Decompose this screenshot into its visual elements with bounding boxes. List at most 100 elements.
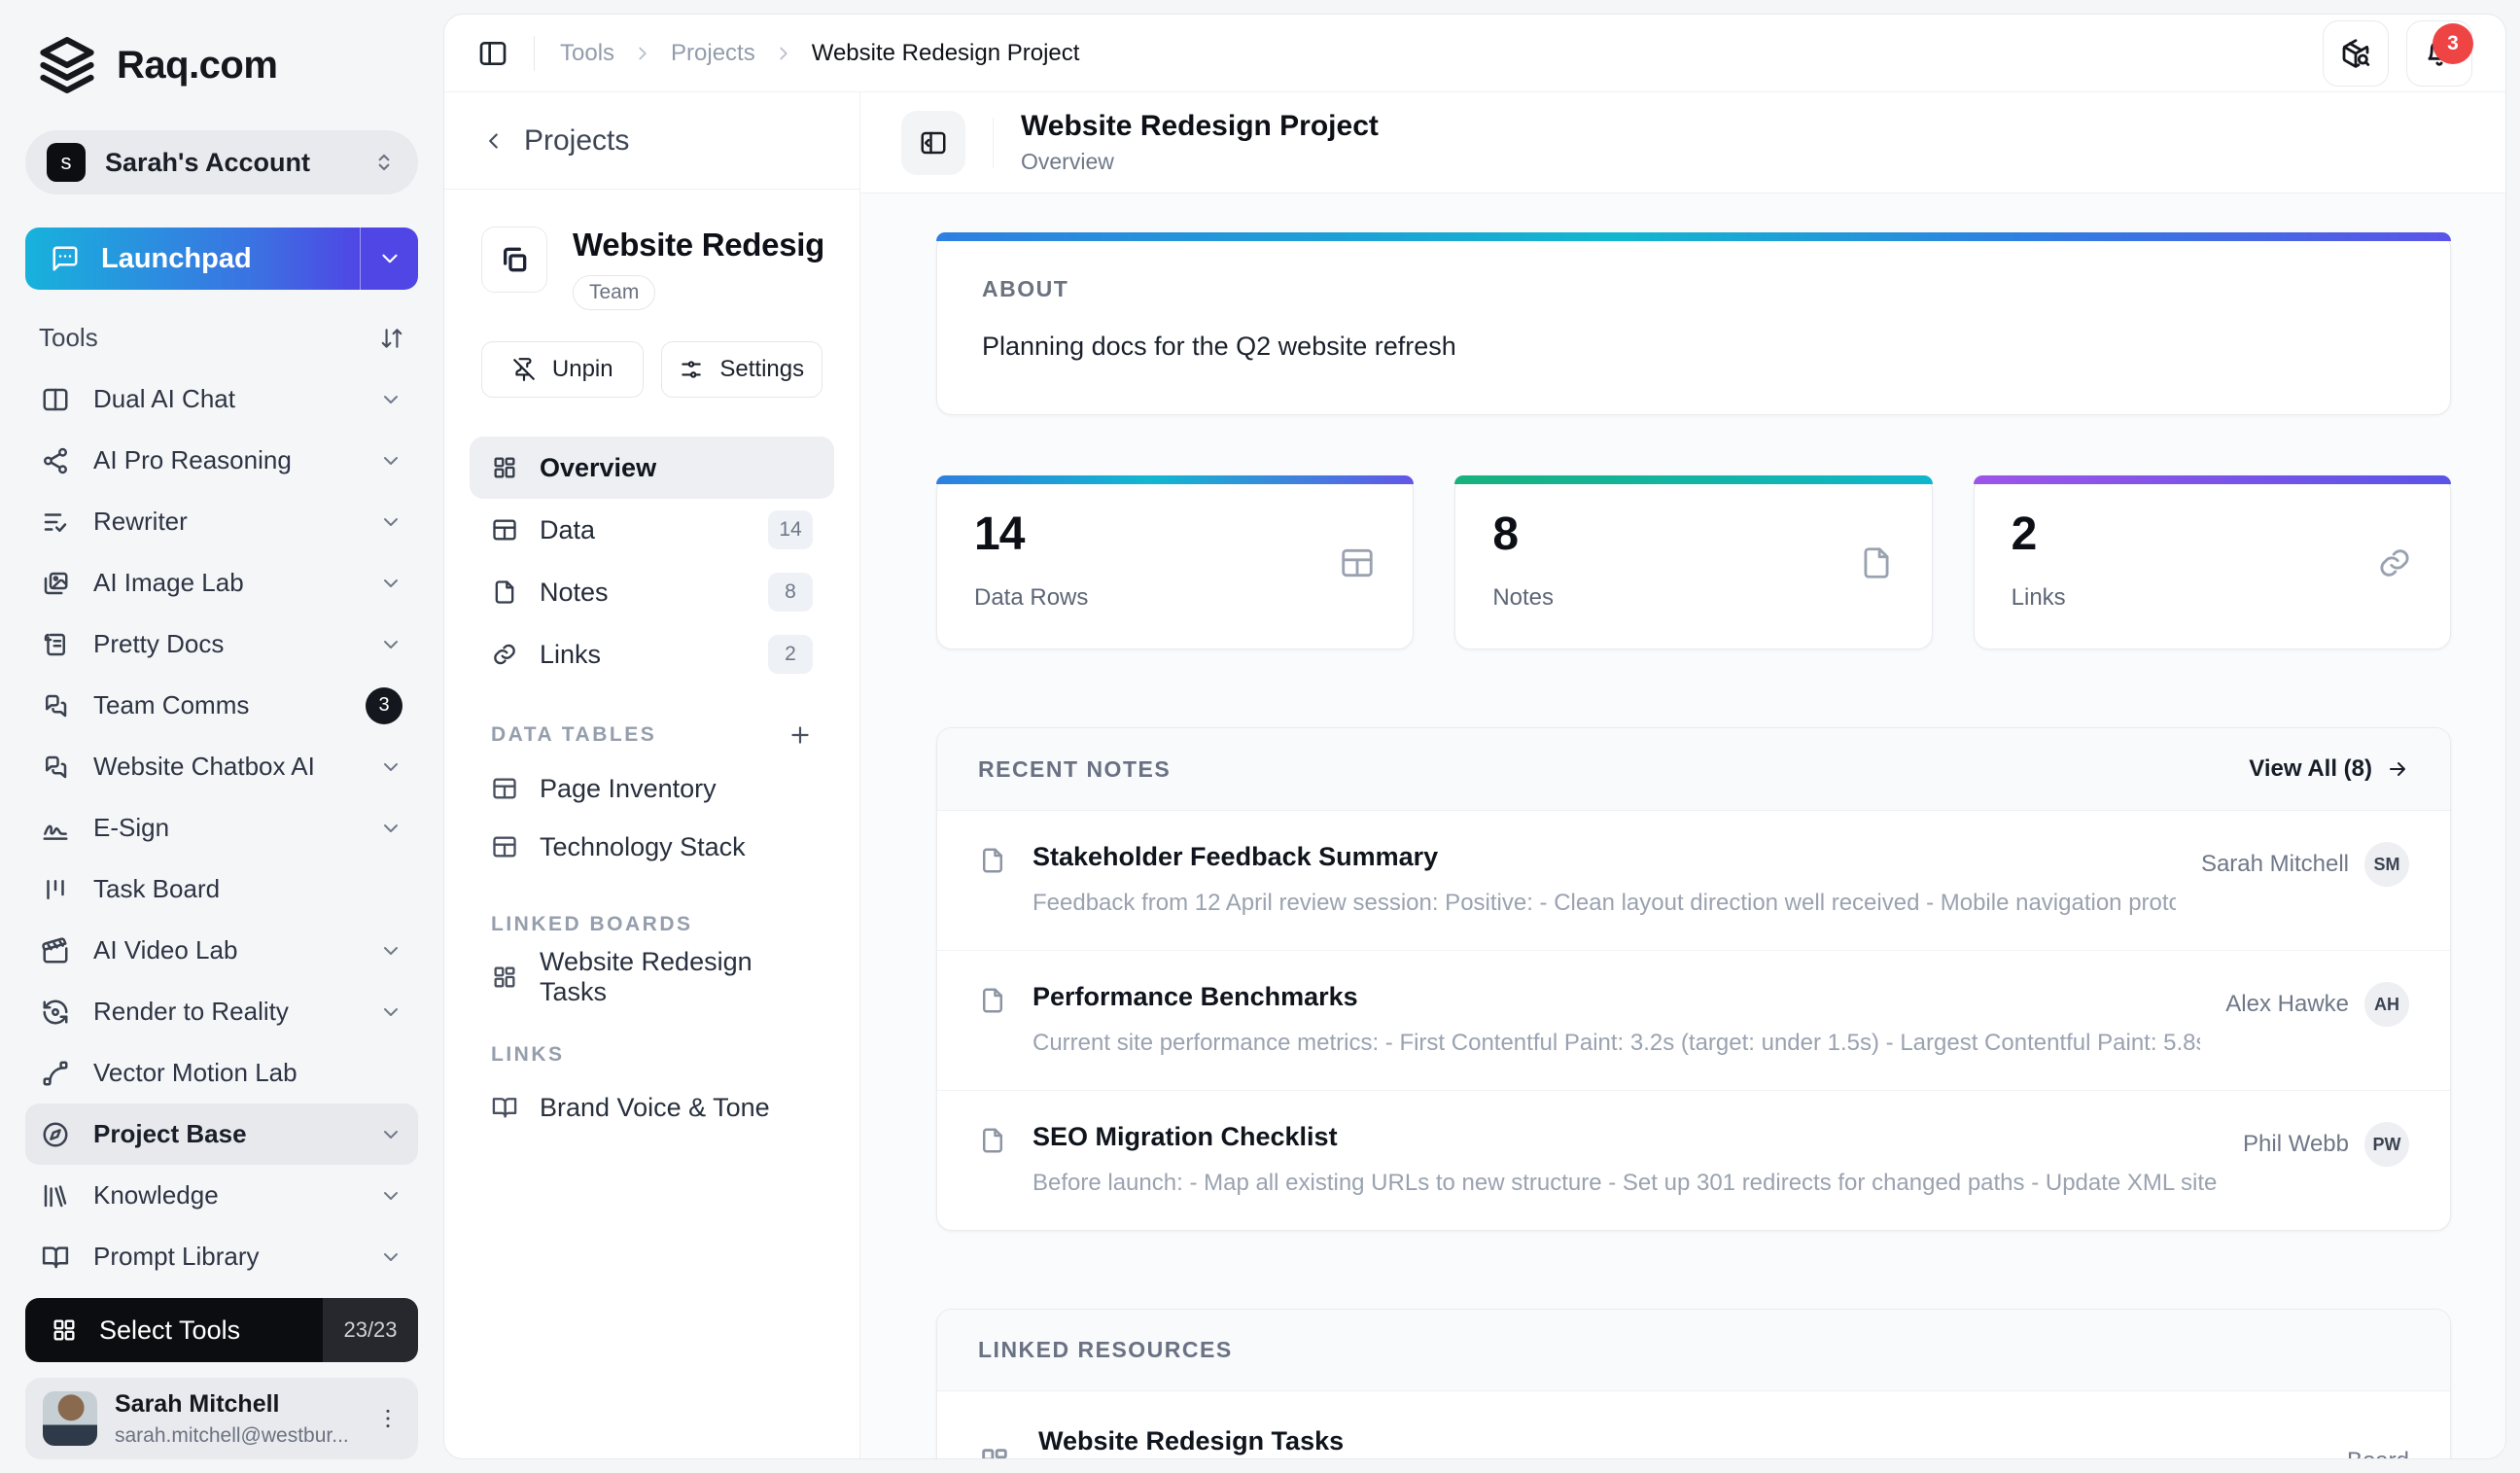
note-row[interactable]: Stakeholder Feedback Summary Feedback fr…	[937, 811, 2450, 950]
unpin-button[interactable]: Unpin	[481, 341, 644, 398]
notifications-button[interactable]: 3	[2406, 19, 2473, 87]
project-sections: DATA TABLES Page Inventory Technology Sta…	[444, 685, 859, 1137]
section-item[interactable]: Technology Stack	[470, 818, 834, 876]
chevron-right-icon	[632, 43, 653, 64]
launchpad-main[interactable]: Launchpad	[25, 228, 360, 290]
stat-cards: 14 Data Rows 8 Notes 2 Links	[936, 475, 2451, 649]
note-description: Feedback from 12 April review session: P…	[1032, 890, 2176, 916]
tools-section-label: Tools	[39, 323, 98, 352]
chevron-down-icon	[379, 449, 402, 473]
sidebar-item[interactable]: Knowledge	[25, 1165, 418, 1226]
note-author: Alex Hawke	[2225, 991, 2349, 1017]
sidebar-item[interactable]: Vector Motion Lab	[25, 1042, 418, 1104]
project-nav-item[interactable]: Links 2	[470, 623, 834, 685]
collapse-panel-button[interactable]	[901, 110, 965, 175]
stat-card[interactable]: 8 Notes	[1454, 475, 1933, 649]
table-icon	[491, 516, 518, 544]
user-card[interactable]: Sarah Mitchell sarah.mitchell@westbur...	[25, 1378, 418, 1459]
more-options-icon[interactable]	[375, 1406, 401, 1431]
sidebar-item[interactable]: Form Builder	[25, 1287, 418, 1290]
content-header-titles: Website Redesign Project Overview	[1021, 110, 1379, 175]
back-to-projects[interactable]: Projects	[444, 92, 859, 190]
stat-value: 8	[1492, 509, 1519, 560]
stat-card[interactable]: 14 Data Rows	[936, 475, 1415, 649]
about-card: ABOUT Planning docs for the Q2 website r…	[936, 232, 2451, 415]
sidebar-item-label: Project Base	[93, 1119, 247, 1148]
sidebar-item[interactable]: AI Image Lab	[25, 552, 418, 614]
panel-toggle-icon[interactable]	[477, 38, 508, 69]
linked-resources-card: LINKED RESOURCES Website Redesign Tasks …	[936, 1309, 2451, 1458]
launchpad-dropdown-button[interactable]	[360, 228, 418, 290]
sidebar-item[interactable]: Prompt Library	[25, 1226, 418, 1287]
stat-label: Links	[2011, 584, 2066, 611]
sidebar-item[interactable]: Rewriter	[25, 491, 418, 552]
spline-icon	[41, 1059, 70, 1088]
content-area: Website Redesign Project Overview ABOUT …	[860, 92, 2505, 1458]
resource-row[interactable]: Website Redesign Tasks Task Board Board	[937, 1391, 2450, 1458]
section-item[interactable]: Website Redesign Tasks	[470, 947, 834, 1006]
recent-notes-card: RECENT NOTES View All (8) Stakeholder Fe…	[936, 727, 2451, 1231]
sidebar-item-label: Rewriter	[93, 507, 188, 536]
note-row[interactable]: Performance Benchmarks Current site perf…	[937, 950, 2450, 1090]
sidebar-item[interactable]: AI Video Lab	[25, 920, 418, 981]
project-nav-item[interactable]: Data 14	[470, 499, 834, 561]
library-icon	[41, 1181, 70, 1210]
section-item[interactable]: Page Inventory	[470, 759, 834, 818]
select-tools-button[interactable]: Select Tools 23/23	[25, 1298, 418, 1362]
section-item[interactable]: Brand Voice & Tone	[470, 1078, 834, 1137]
chevron-down-icon	[379, 1184, 402, 1208]
breadcrumb-tools[interactable]: Tools	[560, 40, 614, 67]
section-title: LINKS	[491, 1043, 565, 1066]
sidebar-item-label: AI Image Lab	[93, 568, 244, 597]
sidebar-item[interactable]: Project Base	[25, 1104, 418, 1165]
copy-icon	[499, 244, 530, 275]
view-all-link[interactable]: View All (8)	[2249, 755, 2409, 783]
select-tools-main[interactable]: Select Tools	[25, 1298, 323, 1362]
sidebar-item-label: AI Pro Reasoning	[93, 445, 292, 474]
project-icon-card	[481, 227, 547, 293]
note-meta: Phil Webb PW	[2243, 1122, 2409, 1167]
table-icon	[1339, 544, 1376, 581]
chevron-left-icon	[481, 128, 507, 154]
kanban-icon	[41, 875, 70, 904]
project-nav-item[interactable]: Notes 8	[470, 561, 834, 623]
gradient-accent-bar	[936, 475, 1415, 484]
sidebar-item-label: Task Board	[93, 874, 221, 903]
content-scroll[interactable]: ABOUT Planning docs for the Q2 website r…	[860, 193, 2505, 1458]
sidebar-item[interactable]: AI Pro Reasoning	[25, 430, 418, 491]
stat-value: 2	[2011, 509, 2038, 560]
sidebar-item[interactable]: Pretty Docs	[25, 614, 418, 675]
back-label: Projects	[524, 123, 630, 157]
sort-icon[interactable]	[379, 326, 404, 351]
gradient-accent-bar	[936, 232, 2451, 241]
sidebar-item[interactable]: Render to Reality	[25, 981, 418, 1042]
main-body: Projects Website Redesign P... Team	[444, 92, 2505, 1458]
chevron-down-icon	[379, 572, 402, 595]
settings-button[interactable]: Settings	[660, 341, 822, 398]
launchpad-button[interactable]: Launchpad	[25, 228, 418, 290]
gradient-accent-bar	[1454, 475, 1933, 484]
plus-icon[interactable]	[788, 722, 813, 748]
note-author: Phil Webb	[2243, 1131, 2349, 1157]
breadcrumb-projects[interactable]: Projects	[671, 40, 755, 67]
author-avatar: AH	[2364, 982, 2409, 1027]
count-badge: 8	[768, 573, 813, 612]
project-nav-label: Data	[540, 514, 596, 544]
brand-name: Raq.com	[117, 43, 278, 87]
sidebar-item-label: Pretty Docs	[93, 629, 225, 658]
note-row[interactable]: SEO Migration Checklist Before launch: -…	[937, 1090, 2450, 1230]
recent-notes-title: RECENT NOTES	[978, 755, 1172, 782]
stat-card[interactable]: 2 Links	[1973, 475, 2451, 649]
sidebar-item[interactable]: Dual AI Chat	[25, 368, 418, 430]
package-search-button[interactable]	[2323, 19, 2389, 87]
sidebar-item[interactable]: E-Sign	[25, 797, 418, 859]
sidebar-item[interactable]: Team Comms 3	[25, 675, 418, 736]
sidebar-item[interactable]: Website Chatbox AI	[25, 736, 418, 797]
chevron-down-icon	[379, 1123, 402, 1146]
topbar-divider	[534, 35, 535, 71]
account-switcher[interactable]: s Sarah's Account	[25, 130, 418, 194]
project-nav-item[interactable]: Overview	[470, 437, 834, 499]
note-title: Performance Benchmarks	[1032, 982, 1358, 1011]
package-search-icon	[2340, 38, 2371, 69]
sidebar-item[interactable]: Task Board	[25, 859, 418, 920]
